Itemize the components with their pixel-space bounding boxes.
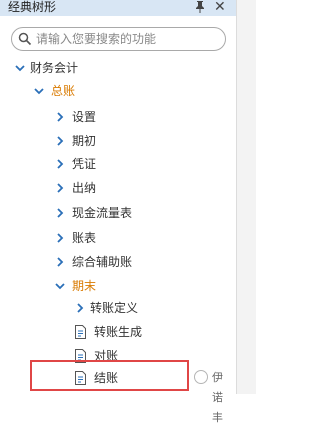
panel-title: 经典树形 xyxy=(8,0,57,14)
chevron-right-icon[interactable] xyxy=(54,107,66,127)
watermark-logo-icon xyxy=(194,370,208,384)
right-panel-edge xyxy=(236,0,256,394)
chevron-right-icon[interactable] xyxy=(54,154,66,174)
search-input[interactable] xyxy=(36,31,216,47)
tree-node-label: 凭证 xyxy=(72,157,97,171)
chevron-down-icon[interactable] xyxy=(14,58,26,78)
tree-node-voucher[interactable]: 凭证 xyxy=(0,154,236,174)
tree-node-cashier[interactable]: 出纳 xyxy=(0,178,236,198)
pin-icon[interactable] xyxy=(193,0,207,14)
tree-node-label: 现金流量表 xyxy=(72,206,133,220)
chevron-down-icon[interactable] xyxy=(33,81,45,101)
chevron-right-icon[interactable] xyxy=(54,252,66,272)
tree-node-label: 账表 xyxy=(72,231,97,245)
tree-panel: 经典树形 ✕ 财务会计 总账 设置 期初 凭证 xyxy=(0,0,236,424)
tree-node-finance[interactable]: 财务会计 xyxy=(0,58,236,78)
tree-node-label: 综合辅助账 xyxy=(72,255,133,269)
tree-node-label: 转账生成 xyxy=(94,325,143,339)
chevron-right-icon[interactable] xyxy=(74,298,86,318)
tree-node-cashflow[interactable]: 现金流量表 xyxy=(0,203,236,223)
tree-node-reports[interactable]: 账表 xyxy=(0,228,236,248)
tree-node-aux[interactable]: 综合辅助账 xyxy=(0,252,236,272)
tree-node-label: 总账 xyxy=(51,84,76,98)
tree-node-transfer-def[interactable]: 转账定义 xyxy=(0,298,236,318)
chevron-right-icon[interactable] xyxy=(54,203,66,223)
tree-node-transfer-gen[interactable]: 转账生成 xyxy=(0,322,236,342)
chevron-right-icon[interactable] xyxy=(54,131,66,151)
tree-node-period-end[interactable]: 期末 xyxy=(0,276,236,296)
tree-node-label: 转账定义 xyxy=(90,301,139,315)
tree-node-opening[interactable]: 期初 xyxy=(0,131,236,151)
search-box xyxy=(11,27,226,51)
tree-node-label: 财务会计 xyxy=(30,61,79,75)
search-icon[interactable] xyxy=(18,32,32,46)
document-icon xyxy=(75,325,86,339)
close-icon[interactable]: ✕ xyxy=(214,0,226,15)
tree-node-ledger[interactable]: 总账 xyxy=(0,81,236,101)
tree-node-label: 设置 xyxy=(72,110,97,124)
watermark-text: 伊诺丰 xyxy=(212,371,223,424)
tree-node-label: 期末 xyxy=(72,279,97,293)
chevron-right-icon[interactable] xyxy=(54,228,66,248)
tree-node-label: 期初 xyxy=(72,134,97,148)
chevron-down-icon[interactable] xyxy=(54,276,66,296)
highlight-box xyxy=(30,360,189,391)
tree-node-label: 出纳 xyxy=(72,181,97,195)
panel-titlebar: 经典树形 ✕ xyxy=(0,0,236,16)
tree-node-settings[interactable]: 设置 xyxy=(0,107,236,127)
chevron-right-icon[interactable] xyxy=(54,178,66,198)
